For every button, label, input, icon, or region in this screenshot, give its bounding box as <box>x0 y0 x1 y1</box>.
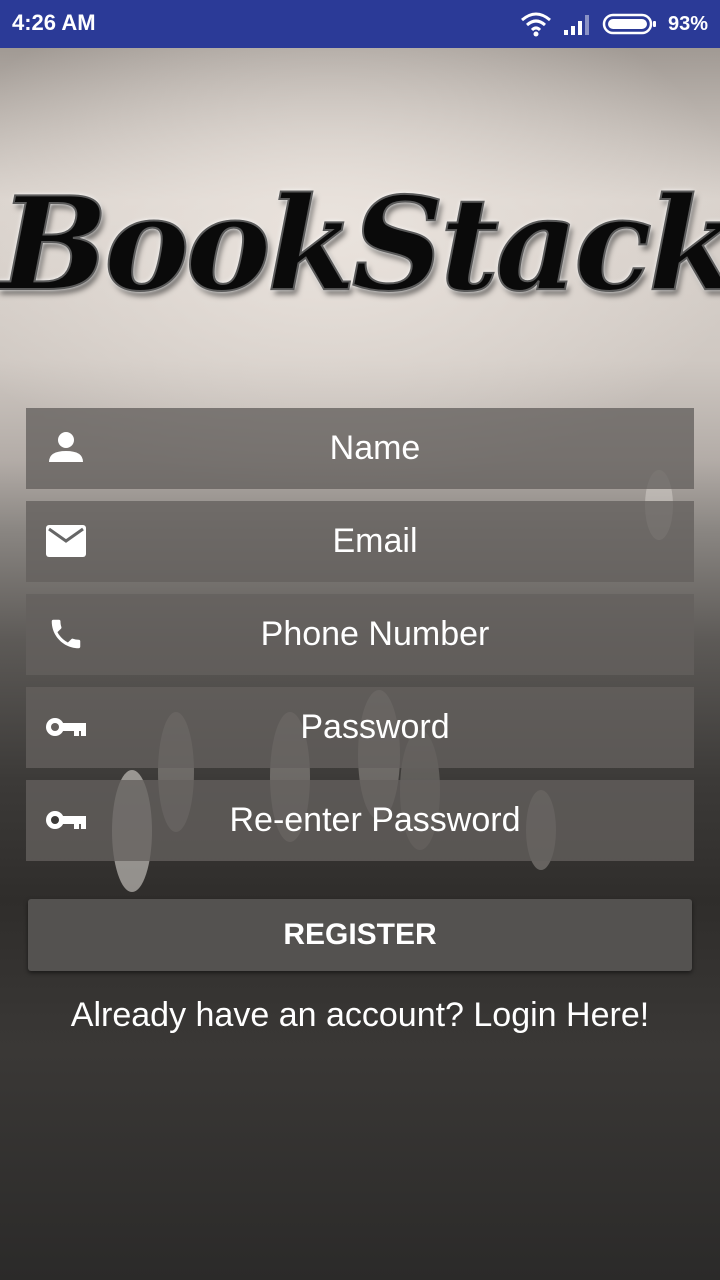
password-field[interactable]: Password <box>26 687 694 768</box>
battery-icon <box>602 13 656 35</box>
password-placeholder: Password <box>300 708 450 746</box>
email-icon <box>44 521 88 561</box>
phone-field[interactable]: Phone Number <box>26 594 694 675</box>
phone-icon <box>44 614 88 654</box>
email-field[interactable]: Email <box>26 501 694 582</box>
login-link[interactable]: Already have an account? Login Here! <box>0 996 720 1035</box>
key-icon <box>44 707 88 747</box>
name-placeholder: Name <box>329 429 421 467</box>
reenter-password-field[interactable]: Re-enter Password <box>26 780 694 861</box>
signal-icon <box>563 15 589 35</box>
status-icons: 93% <box>520 10 708 38</box>
app-logo: BookStack <box>0 169 720 321</box>
wifi-icon <box>520 12 551 37</box>
battery-percent: 93% <box>667 12 708 35</box>
key-icon <box>44 800 88 840</box>
name-field[interactable]: Name <box>26 408 694 489</box>
register-button[interactable]: REGISTER <box>28 899 692 971</box>
status-time: 4:26 AM <box>12 10 96 35</box>
phone-placeholder: Phone Number <box>260 615 490 653</box>
status-bar: 4:26 AM 93% <box>0 0 720 48</box>
email-placeholder: Email <box>332 522 418 560</box>
reenter-password-placeholder: Re-enter Password <box>229 801 521 839</box>
person-icon <box>44 428 88 468</box>
